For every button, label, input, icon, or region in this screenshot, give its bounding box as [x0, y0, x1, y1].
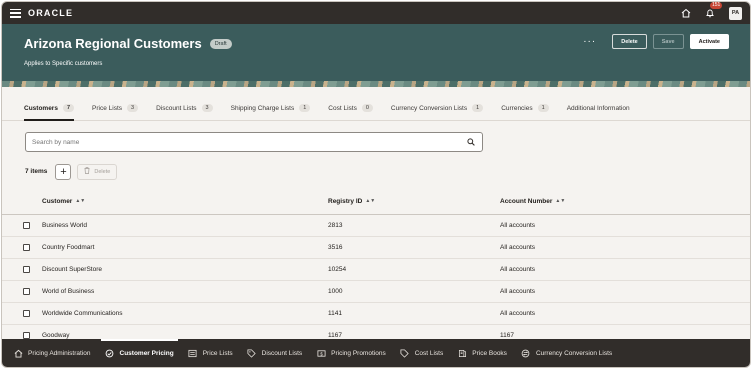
sort-icon: ▲▼ [365, 198, 376, 205]
customer-pricing-icon [105, 348, 115, 358]
item-count: 7 items [25, 168, 48, 175]
customer-cell: Business World [42, 222, 88, 229]
status-badge: Draft [209, 38, 232, 49]
tag-icon [247, 348, 257, 358]
tab-customers[interactable]: Customers 7 [24, 104, 75, 121]
notifications-bell-icon[interactable]: 151 [701, 2, 723, 22]
tab-count-badge: 1 [537, 104, 549, 112]
save-button[interactable]: Save [652, 34, 684, 49]
row-checkbox[interactable] [23, 288, 30, 295]
sort-icon: ▲▼ [555, 198, 566, 205]
tab-price-lists[interactable]: Price Lists 3 [92, 104, 139, 120]
nav-customer-pricing[interactable]: Customer Pricing [100, 339, 178, 367]
row-checkbox[interactable] [23, 222, 30, 229]
table-toolbar: 7 items + Delete [25, 163, 750, 180]
nav-price-books[interactable]: Price Books [457, 339, 507, 367]
account-number-cell: All accounts [500, 288, 536, 295]
tab-count-badge: 7 [62, 104, 75, 112]
home-icon[interactable] [677, 4, 695, 22]
tab-count-badge: 3 [127, 104, 139, 112]
cost-icon [400, 348, 410, 358]
table-row[interactable]: World of Business 1000 All accounts [2, 281, 750, 303]
activate-button[interactable]: Activate [689, 34, 729, 49]
search-input[interactable] [32, 138, 466, 146]
row-checkbox[interactable] [23, 332, 30, 339]
delete-button[interactable]: Delete [612, 34, 647, 49]
column-header-registry-id[interactable]: Registry ID ▲▼ [328, 198, 500, 205]
row-checkbox[interactable] [23, 266, 30, 273]
nav-currency-conversion-lists[interactable]: Currency Conversion Lists [521, 339, 612, 367]
registry-id-cell: 2813 [328, 222, 343, 229]
delete-rows-button[interactable]: Delete [77, 163, 118, 180]
add-customer-button[interactable]: + [55, 163, 72, 180]
registry-id-cell: 1167 [328, 332, 342, 339]
tab-additional-information[interactable]: Additional Information [567, 105, 630, 120]
global-header: ORACLE 151 PA [2, 2, 750, 24]
tab-discount-lists[interactable]: Discount Lists 3 [156, 104, 213, 120]
delete-rows-label: Delete [94, 168, 111, 175]
more-actions-icon[interactable]: ··· [583, 36, 596, 47]
oracle-logo: ORACLE [28, 8, 74, 18]
nav-discount-lists[interactable]: Discount Lists [247, 339, 302, 367]
notifications-count-badge: 151 [710, 2, 723, 9]
menu-icon[interactable] [10, 8, 21, 18]
customer-cell: Worldwide Communications [42, 310, 123, 317]
account-number-cell: All accounts [500, 244, 536, 251]
customers-table: Customer ▲▼ Registry ID ▲▼ Account Number ▲… [2, 189, 750, 347]
account-number-cell: All accounts [500, 266, 536, 273]
page-subtitle: Applies to Specific customers [24, 61, 103, 67]
nav-cost-lists[interactable]: Cost Lists [400, 339, 443, 367]
bottom-navigation: Pricing Administration Customer Pricing … [2, 339, 750, 367]
home-icon [13, 348, 23, 358]
app-window: ORACLE 151 PA Arizona Regional Customers… [1, 1, 751, 368]
tab-cost-lists[interactable]: Cost Lists 0 [328, 104, 373, 120]
trash-icon [84, 167, 90, 176]
table-header-row: Customer ▲▼ Registry ID ▲▼ Account Number ▲… [2, 189, 750, 215]
sort-icon: ▲▼ [75, 198, 86, 205]
registry-id-cell: 3516 [328, 244, 343, 251]
currency-icon [521, 348, 531, 358]
tab-count-badge: 0 [361, 104, 373, 112]
table-row[interactable]: Country Foodmart 3516 All accounts [2, 237, 750, 259]
row-checkbox[interactable] [23, 310, 30, 317]
page-title: Arizona Regional Customers [24, 36, 202, 51]
tab-bar: Customers 7 Price Lists 3 Discount Lists 3 … [2, 87, 750, 121]
account-number-cell: 1167 [500, 332, 514, 339]
customer-cell: Discount SuperStore [42, 266, 102, 273]
tab-count-badge: 3 [201, 104, 213, 112]
book-icon [457, 348, 467, 358]
tab-currency-conversion-lists[interactable]: Currency Conversion Lists 1 [391, 104, 484, 120]
customer-cell: Goodway [42, 332, 70, 339]
table-row[interactable]: Business World 2813 All accounts [2, 215, 750, 237]
registry-id-cell: 1000 [328, 288, 343, 295]
registry-id-cell: 1141 [328, 310, 342, 317]
tab-shipping-charge-lists[interactable]: Shipping Charge Lists 1 [231, 104, 311, 120]
nav-pricing-promotions[interactable]: $ Pricing Promotions [316, 339, 386, 367]
search-box [25, 132, 483, 152]
registry-id-cell: 10254 [328, 266, 347, 273]
promotion-icon: $ [316, 348, 326, 358]
customer-cell: Country Foodmart [42, 244, 95, 251]
user-avatar[interactable]: PA [729, 6, 742, 20]
tab-count-badge: 1 [299, 104, 311, 112]
table-row[interactable]: Discount SuperStore 10254 All accounts [2, 259, 750, 281]
tab-currencies[interactable]: Currencies 1 [501, 104, 549, 120]
column-header-account-number[interactable]: Account Number ▲▼ [500, 198, 750, 205]
tab-count-badge: 1 [472, 104, 484, 112]
list-icon [188, 348, 198, 358]
account-number-cell: All accounts [500, 310, 536, 317]
account-number-cell: All accounts [500, 222, 536, 229]
nav-pricing-administration[interactable]: Pricing Administration [13, 339, 91, 367]
row-checkbox[interactable] [23, 244, 30, 251]
search-icon[interactable] [466, 137, 476, 147]
page-header: Arizona Regional Customers Draft Applies… [2, 24, 750, 81]
table-row[interactable]: Worldwide Communications 1141 All accoun… [2, 303, 750, 325]
column-header-customer[interactable]: Customer ▲▼ [42, 198, 328, 205]
nav-price-lists[interactable]: Price Lists [188, 339, 233, 367]
customer-cell: World of Business [42, 288, 95, 295]
svg-text:$: $ [320, 351, 323, 356]
